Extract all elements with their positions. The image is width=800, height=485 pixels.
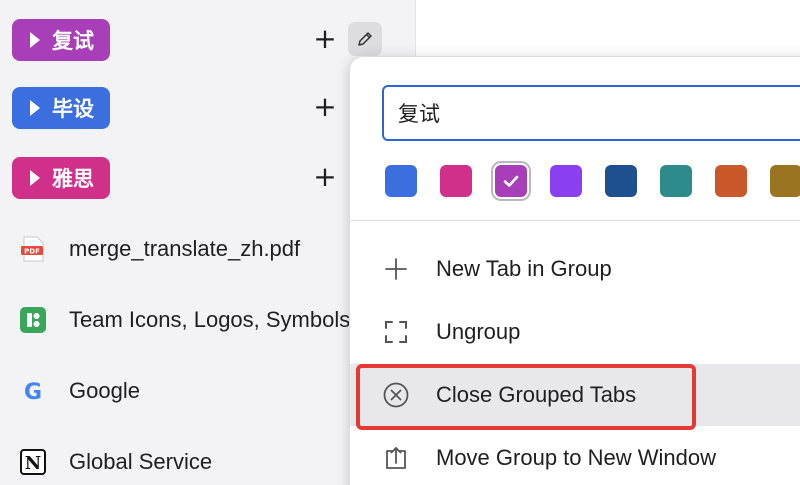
tab-group-label: 毕设 bbox=[52, 97, 94, 121]
svg-text:N: N bbox=[25, 453, 41, 474]
plus-icon bbox=[382, 255, 410, 283]
pencil-icon bbox=[358, 32, 372, 46]
menu-item-label: New Tab in Group bbox=[436, 256, 612, 281]
svg-text:G: G bbox=[24, 380, 42, 405]
expand-triangle-icon bbox=[30, 32, 40, 48]
notion-icon: N bbox=[19, 448, 47, 476]
pdf-icon: PDF bbox=[19, 235, 47, 263]
checkmark-icon bbox=[503, 175, 519, 187]
close-circle-icon bbox=[382, 381, 410, 409]
google-icon: G bbox=[19, 377, 47, 405]
color-swatch-violet[interactable] bbox=[550, 165, 582, 197]
tab-group-chip[interactable]: 毕设 bbox=[12, 87, 110, 129]
edit-group-button[interactable] bbox=[348, 22, 382, 56]
svg-text:PDF: PDF bbox=[24, 247, 40, 255]
color-swatch-orange[interactable] bbox=[715, 165, 747, 197]
color-swatch-blue[interactable] bbox=[385, 165, 417, 197]
menu-item-new-tab-in-group[interactable]: New Tab in Group bbox=[350, 238, 800, 300]
move-window-icon bbox=[382, 444, 410, 472]
color-swatch-pink[interactable] bbox=[440, 165, 472, 197]
add-tab-to-group-button[interactable]: + bbox=[311, 163, 339, 192]
expand-triangle-icon bbox=[30, 170, 40, 186]
add-tab-to-group-button[interactable]: + bbox=[311, 25, 339, 54]
popup-divider bbox=[350, 220, 800, 221]
menu-item-move-group-to-new-window[interactable]: Move Group to New Window bbox=[350, 427, 800, 485]
color-swatch-teal[interactable] bbox=[660, 165, 692, 197]
tab-group-label: 复试 bbox=[52, 29, 94, 53]
tab-title: Team Icons, Logos, Symbols bbox=[69, 307, 351, 332]
menu-item-label: Move Group to New Window bbox=[436, 445, 716, 470]
tab-group-chip[interactable]: 复试 bbox=[12, 19, 110, 61]
menu-item-label: Close Grouped Tabs bbox=[436, 382, 637, 407]
team-icon bbox=[19, 306, 47, 334]
tab-title: Google bbox=[69, 378, 140, 403]
tab-title: Global Service bbox=[69, 449, 213, 474]
tab-group-label: 雅思 bbox=[52, 167, 94, 191]
expand-triangle-icon bbox=[30, 100, 40, 116]
menu-item-label: Ungroup bbox=[436, 319, 521, 344]
add-tab-to-group-button[interactable]: + bbox=[311, 93, 339, 122]
edit-group-popup: New Tab in Group Ungroup Close Grouped T… bbox=[349, 56, 800, 485]
ungroup-icon bbox=[382, 318, 410, 346]
tab-title: merge_translate_zh.pdf bbox=[69, 236, 301, 261]
menu-item-ungroup[interactable]: Ungroup bbox=[350, 301, 800, 363]
menu-item-close-grouped-tabs[interactable]: Close Grouped Tabs bbox=[350, 364, 800, 426]
color-swatch-navy[interactable] bbox=[605, 165, 637, 197]
color-swatch-brown[interactable] bbox=[770, 165, 800, 197]
color-swatch-purple[interactable] bbox=[495, 165, 527, 197]
tab-group-chip[interactable]: 雅思 bbox=[12, 157, 110, 199]
group-name-input[interactable] bbox=[382, 85, 800, 141]
